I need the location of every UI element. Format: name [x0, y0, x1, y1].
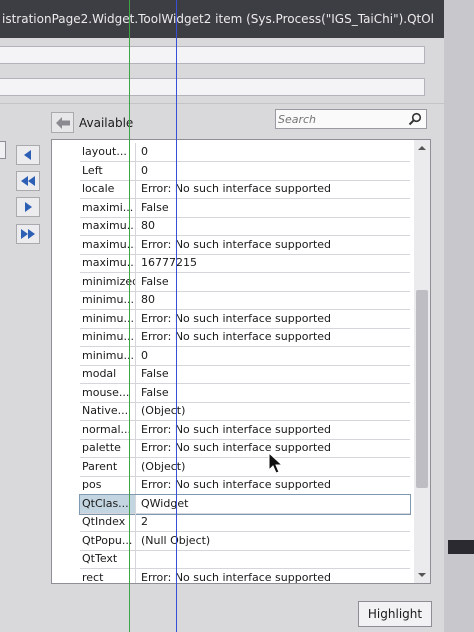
- property-name: QtPopu...: [80, 532, 136, 550]
- property-name: QtIndex: [80, 513, 136, 531]
- property-value: False: [141, 275, 169, 288]
- property-name: minimu...: [80, 347, 136, 365]
- move-all-right-button[interactable]: [16, 224, 40, 244]
- property-value: 2: [141, 515, 148, 528]
- property-value: 80: [141, 293, 155, 306]
- property-name: maximu...: [80, 236, 136, 254]
- property-name: minimu...: [80, 310, 136, 328]
- property-value: Error: No such interface supported: [141, 478, 332, 491]
- property-value: (Object): [141, 404, 186, 417]
- double-arrow-left-icon: [21, 176, 35, 186]
- scrollbar-thumb[interactable]: [416, 290, 428, 488]
- property-name: QtText: [80, 550, 136, 568]
- arrow-right-icon: [25, 202, 32, 212]
- property-name: minimu...: [80, 291, 136, 309]
- property-value: (Null Object): [141, 534, 211, 547]
- property-value: Error: No such interface supported: [141, 441, 332, 454]
- available-label: Available: [79, 116, 134, 130]
- property-value: Error: No such interface supported: [141, 423, 332, 436]
- search-input[interactable]: [278, 111, 402, 127]
- property-value: 0: [141, 164, 148, 177]
- property-name: pos: [80, 476, 136, 494]
- search-box[interactable]: [275, 109, 427, 129]
- property-value: 80: [141, 219, 155, 232]
- property-value: Error: No such interface supported: [141, 312, 332, 325]
- property-name: modal: [80, 365, 136, 383]
- magnifier-icon[interactable]: [408, 112, 422, 126]
- property-name: rect: [80, 569, 136, 583]
- back-arrow-icon: [55, 116, 70, 129]
- mouse-cursor-icon: [268, 452, 284, 474]
- properties-grid[interactable]: layout... 0 Left 0 locale Error: No such…: [51, 139, 431, 584]
- panel-divider: [0, 103, 474, 104]
- move-right-button[interactable]: [16, 197, 40, 217]
- property-name: palette: [80, 439, 136, 457]
- property-value: 0: [141, 349, 148, 362]
- back-button[interactable]: [51, 112, 74, 133]
- vertical-scrollbar[interactable]: [414, 140, 430, 583]
- scroll-up-icon[interactable]: [418, 144, 426, 152]
- right-panel-dark-strip: [448, 540, 474, 554]
- arrow-left-icon: [24, 150, 31, 160]
- property-value: False: [141, 386, 169, 399]
- blue-guide-line: [176, 0, 177, 632]
- window-title: istrationPage2.Widget.ToolWidget2 item (…: [0, 0, 474, 38]
- left-list-edge: [0, 141, 6, 159]
- property-value: (Object): [141, 460, 186, 473]
- property-name: minimized: [80, 273, 136, 291]
- property-value: False: [141, 201, 169, 214]
- property-value: Error: No such interface supported: [141, 182, 332, 195]
- property-value: Error: No such interface supported: [141, 238, 332, 251]
- path-field[interactable]: [0, 46, 425, 64]
- property-name: minimu...: [80, 328, 136, 346]
- green-guide-line: [129, 0, 130, 632]
- property-value: Error: No such interface supported: [141, 571, 332, 584]
- highlight-button[interactable]: Highlight: [358, 601, 432, 627]
- property-name: locale: [80, 180, 136, 198]
- property-name: normal...: [80, 421, 136, 439]
- property-value: Error: No such interface supported: [141, 330, 332, 343]
- property-name: Native...: [80, 402, 136, 420]
- property-name: Parent: [80, 458, 136, 476]
- property-name: Left: [80, 162, 136, 180]
- scroll-down-icon[interactable]: [418, 571, 426, 579]
- property-name: maximi...: [80, 199, 136, 217]
- move-left-button[interactable]: [16, 145, 40, 165]
- property-value: 0: [141, 145, 148, 158]
- property-name: layout...: [80, 143, 136, 161]
- move-all-left-button[interactable]: [16, 171, 40, 191]
- right-panel-edge: [444, 0, 474, 632]
- property-name: maximu...: [80, 254, 136, 272]
- property-name: maximu...: [80, 217, 136, 235]
- property-value: False: [141, 367, 169, 380]
- filter-field[interactable]: [0, 78, 425, 96]
- double-arrow-right-icon: [21, 229, 35, 239]
- property-value: QWidget: [136, 495, 410, 513]
- property-name: QtClas...: [80, 495, 136, 513]
- property-value: 16777215: [141, 256, 197, 269]
- property-name: mouse...: [80, 384, 136, 402]
